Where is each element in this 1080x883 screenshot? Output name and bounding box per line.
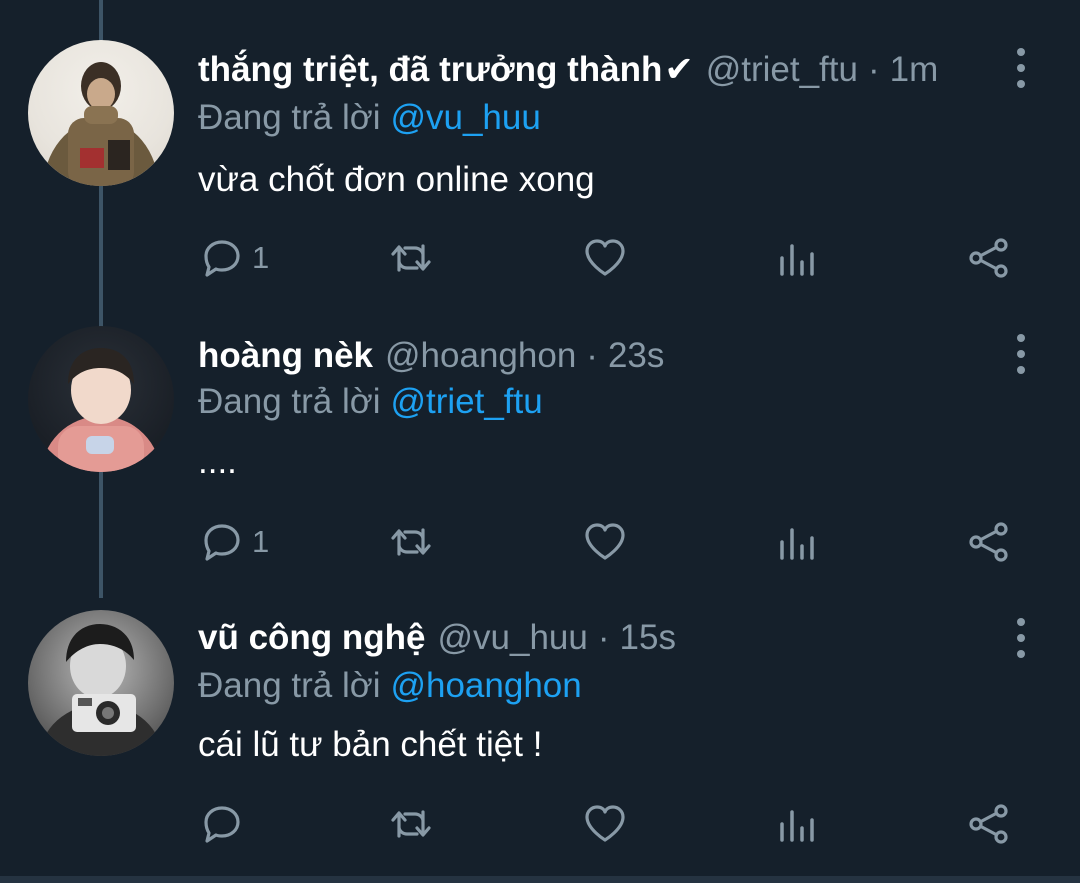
more-vertical-icon	[1017, 334, 1025, 342]
share-button[interactable]	[967, 236, 1011, 280]
reply-button[interactable]	[200, 802, 252, 846]
timestamp[interactable]: 1m	[890, 48, 939, 92]
replying-to-line: Đang trả lời @triet_ftu	[198, 380, 543, 424]
reply-button[interactable]: 1	[200, 520, 269, 564]
reply-count: 1	[252, 524, 270, 559]
tweet[interactable]: thắng triệt, đã trưởng thành ✔ @triet_ft…	[0, 0, 1080, 284]
timestamp[interactable]: 15s	[620, 616, 676, 660]
tweet-header: thắng triệt, đã trưởng thành ✔ @triet_ft…	[198, 48, 938, 92]
analytics-button[interactable]	[776, 236, 820, 280]
replying-to-label: Đang trả lời	[198, 98, 381, 137]
username-handle[interactable]: @triet_ftu	[706, 48, 858, 92]
analytics-icon	[780, 528, 814, 560]
retweet-button[interactable]	[389, 802, 433, 846]
tweet[interactable]: hoàng nèk @hoanghon · 23s Đang trả lời @t…	[0, 284, 1080, 568]
tweet[interactable]: vũ công nghệ @vu_huu · 15s Đang trả lời @…	[0, 568, 1080, 852]
heart-icon	[585, 523, 625, 560]
heart-icon	[585, 239, 625, 276]
more-options-button[interactable]	[1010, 618, 1032, 658]
like-button[interactable]	[583, 236, 627, 280]
avatar[interactable]	[28, 326, 174, 472]
separator-dot: ·	[867, 50, 880, 89]
verified-check-icon: ✔	[664, 50, 694, 89]
display-name[interactable]: vũ công nghệ	[198, 616, 426, 660]
retweet-button[interactable]	[389, 236, 433, 280]
analytics-icon	[780, 810, 814, 842]
reply-mention-link[interactable]: @triet_ftu	[390, 382, 542, 421]
tweet-header: vũ công nghệ @vu_huu · 15s	[198, 616, 676, 660]
more-options-button[interactable]	[1010, 334, 1032, 374]
tweet-text: ....	[198, 442, 237, 481]
more-options-button[interactable]	[1010, 48, 1032, 88]
tweet-actions: 1	[0, 230, 1080, 286]
retweet-button[interactable]	[389, 520, 433, 564]
display-name[interactable]: thắng triệt, đã trưởng thành	[198, 48, 662, 92]
share-icon	[969, 804, 1008, 844]
retweet-icon	[391, 810, 431, 838]
more-vertical-icon	[1017, 48, 1025, 56]
like-button[interactable]	[583, 520, 627, 564]
username-handle[interactable]: @hoanghon	[385, 334, 576, 378]
retweet-icon	[391, 244, 431, 272]
separator-dot: ·	[586, 336, 598, 375]
more-vertical-icon	[1017, 618, 1025, 626]
analytics-button[interactable]	[776, 802, 820, 846]
replying-to-label: Đang trả lời	[198, 666, 381, 705]
timestamp[interactable]: 23s	[608, 334, 664, 378]
bottom-divider	[0, 876, 1080, 883]
avatar[interactable]	[28, 610, 174, 756]
tweet-text: vừa chốt đơn online xong	[198, 160, 595, 199]
display-name[interactable]: hoàng nèk	[198, 334, 373, 378]
share-icon	[969, 238, 1008, 278]
replying-to-line: Đang trả lời @vu_huu	[198, 96, 541, 140]
reply-mention-link[interactable]: @vu_huu	[390, 98, 540, 137]
avatar[interactable]	[28, 40, 174, 186]
analytics-icon	[780, 244, 814, 276]
share-button[interactable]	[967, 802, 1011, 846]
reply-mention-link[interactable]: @hoanghon	[390, 666, 581, 705]
reply-icon	[204, 524, 240, 561]
reply-count: 1	[252, 240, 270, 275]
replying-to-label: Đang trả lời	[198, 382, 381, 421]
tweet-actions	[0, 796, 1080, 852]
reply-button[interactable]: 1	[200, 236, 269, 280]
tweet-text: cái lũ tư bản chết tiệt !	[198, 725, 543, 764]
retweet-icon	[391, 528, 431, 556]
share-icon	[969, 522, 1008, 562]
reply-icon	[204, 240, 240, 277]
reply-icon	[204, 806, 240, 843]
tweet-header: hoàng nèk @hoanghon · 23s	[198, 334, 664, 378]
analytics-button[interactable]	[776, 520, 820, 564]
replying-to-line: Đang trả lời @hoanghon	[198, 664, 582, 708]
username-handle[interactable]: @vu_huu	[438, 616, 588, 660]
heart-icon	[585, 805, 625, 842]
tweet-actions: 1	[0, 514, 1080, 570]
separator-dot: ·	[597, 618, 610, 657]
share-button[interactable]	[967, 520, 1011, 564]
like-button[interactable]	[583, 802, 627, 846]
